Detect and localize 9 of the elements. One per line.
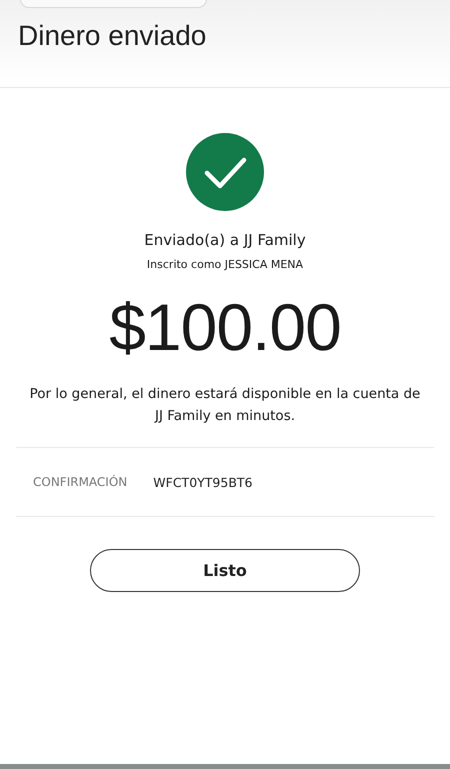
amount: $100.00 [109, 289, 341, 365]
page-title: Dinero enviado [18, 20, 208, 52]
enrolled-name: Inscrito como JESSICA MENA [146, 258, 304, 271]
done-button[interactable]: Listo [90, 549, 360, 592]
availability-note: Por lo general, el dinero estará disponible en la cuenta de JJ Family en minutos. [28, 385, 422, 426]
checkmark-icon [186, 133, 264, 211]
confirmation-label: CONFIRMACIÓN [33, 475, 128, 489]
confirmation-code: WFCT0YT95BT6 [153, 474, 252, 490]
recipient-text: Enviado(a) a JJ Family [144, 231, 306, 249]
